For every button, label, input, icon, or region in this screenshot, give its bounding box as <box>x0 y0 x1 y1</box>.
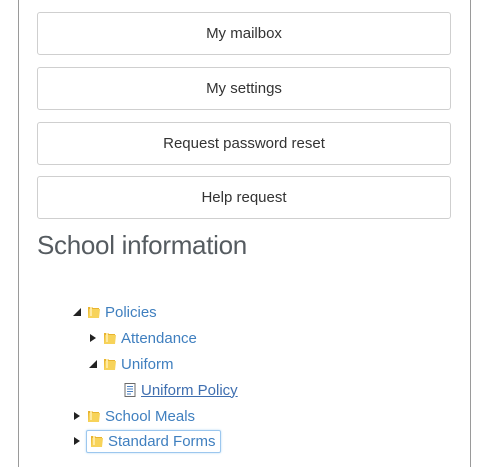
block-panel: My mailbox My settings Request password … <box>0 0 483 467</box>
folder-icon <box>86 408 102 424</box>
folder-icon <box>89 433 105 449</box>
expanded-triangle-icon[interactable] <box>70 305 84 319</box>
tree-link-uniform-policy[interactable]: Uniform Policy <box>141 382 238 399</box>
tree-item-uniform-policy[interactable]: Uniform Policy <box>122 379 238 401</box>
my-settings-button[interactable]: My settings <box>37 67 451 110</box>
panel-border-left <box>18 0 19 467</box>
tree-item-policies[interactable]: Policies <box>70 301 157 323</box>
tree-label-school-meals[interactable]: School Meals <box>105 408 195 425</box>
tree-item-school-meals[interactable]: School Meals <box>70 405 195 427</box>
collapsed-triangle-icon[interactable] <box>70 409 84 423</box>
folder-icon <box>102 330 118 346</box>
tree-item-uniform[interactable]: Uniform <box>86 353 174 375</box>
tree-label-uniform[interactable]: Uniform <box>121 356 174 373</box>
help-request-button[interactable]: Help request <box>37 176 451 219</box>
tree-item-standard-forms[interactable]: Standard Forms <box>70 429 221 453</box>
collapsed-triangle-icon[interactable] <box>86 331 100 345</box>
focused-node[interactable]: Standard Forms <box>86 429 221 453</box>
folder-icon <box>86 304 102 320</box>
document-icon <box>122 382 138 398</box>
tree-label-attendance[interactable]: Attendance <box>121 330 197 347</box>
folder-icon <box>102 356 118 372</box>
panel-border-right <box>470 0 471 467</box>
request-password-reset-button[interactable]: Request password reset <box>37 122 451 165</box>
collapsed-triangle-icon[interactable] <box>70 434 84 448</box>
tree-label-standard-forms[interactable]: Standard Forms <box>108 433 216 450</box>
tree-label-policies[interactable]: Policies <box>105 304 157 321</box>
my-mailbox-button[interactable]: My mailbox <box>37 12 451 55</box>
expanded-triangle-icon[interactable] <box>86 357 100 371</box>
tree-item-attendance[interactable]: Attendance <box>86 327 197 349</box>
section-title: School information <box>37 230 247 260</box>
